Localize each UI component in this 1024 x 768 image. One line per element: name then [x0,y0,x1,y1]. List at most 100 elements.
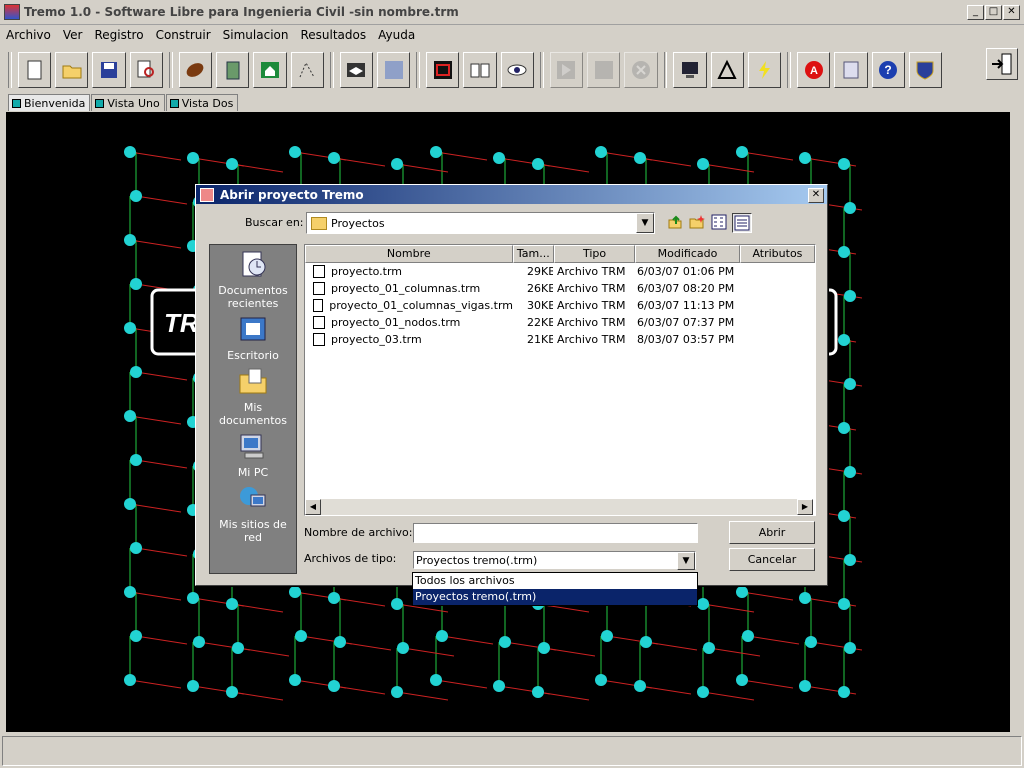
filetype-option-all[interactable]: Todos los archivos [413,573,697,589]
save-button[interactable] [92,52,126,88]
trm-file-icon [313,299,324,312]
structure-node [124,586,136,598]
column-header-modified[interactable]: Modificado [635,245,740,263]
column-header-attributes[interactable]: Atributos [739,245,815,263]
menu-resultados[interactable]: Resultados [294,28,372,42]
column-header-size[interactable]: Tam... [512,245,555,263]
mesh-icon [384,61,403,79]
scroll-right-arrow[interactable]: ▶ [797,499,813,515]
file-row[interactable]: proyecto.trm 29KB Archivo TRM 6/03/07 01:06… [305,263,815,280]
structure-node [838,246,850,258]
house-button[interactable] [253,52,287,88]
structure-node [844,202,856,214]
structure-node [130,190,142,202]
menu-simulacion[interactable]: Simulacion [217,28,295,42]
place-network[interactable]: Mis sitios de red [210,483,296,544]
menu-ver[interactable]: Ver [57,28,89,42]
place-recent[interactable]: Documentos recientes [210,249,296,310]
structure-node [601,630,613,642]
list-view-icon[interactable] [710,213,728,231]
book-button[interactable] [463,52,497,88]
details-view-icon[interactable] [732,213,752,233]
help-button[interactable]: ? [871,52,905,88]
structure-node [130,278,142,290]
house-icon [260,62,279,78]
floppy-disk-icon [101,62,118,78]
open-button[interactable]: Abrir [729,521,815,544]
bean-icon [187,63,204,77]
stop-button[interactable] [624,52,658,88]
file-row[interactable]: proyecto_01_columnas_vigas.trm 30KB Archiv… [305,297,815,314]
view-button[interactable] [500,52,534,88]
scroll-left-arrow[interactable]: ◀ [305,499,321,515]
chevron-down-icon[interactable]: ▼ [677,552,695,570]
close-window-button[interactable]: ✕ [1003,5,1020,20]
java-cup-icon [200,187,214,202]
file-name: proyecto_03.trm [331,333,422,346]
tab-vista-uno[interactable]: Vista Uno [91,94,165,111]
delta-icon [717,59,737,79]
exit-button[interactable] [986,48,1018,80]
dialog-close-button[interactable]: ✕ [808,188,824,203]
structure-node [328,152,340,164]
building-button[interactable] [216,52,250,88]
horizontal-scrollbar[interactable]: ◀ ▶ [305,499,813,515]
file-size: 26KB [527,282,553,295]
mesh-button[interactable] [376,52,411,88]
energy-button[interactable] [747,52,782,88]
cancel-button[interactable]: Cancelar [729,548,815,571]
maximize-button[interactable]: □ [985,5,1002,20]
university-button[interactable] [908,52,943,88]
menu-construir[interactable]: Construir [150,28,217,42]
step-button[interactable] [587,52,621,88]
delta-button[interactable] [710,52,744,88]
run-button[interactable] [549,52,584,88]
about-button[interactable]: A [797,52,831,88]
menu-registro[interactable]: Registro [88,28,149,42]
draw-lines-button[interactable] [290,52,324,88]
look-in-combo[interactable]: Proyectos ▼ [306,212,655,234]
place-desktop[interactable]: Escritorio [210,314,296,362]
license-button[interactable] [834,52,868,88]
tab-vista-dos[interactable]: Vista Dos [165,94,239,111]
console-button[interactable] [673,52,707,88]
up-folder-icon[interactable] [666,213,684,231]
column-header-type[interactable]: Tipo [554,245,636,263]
slab-button[interactable] [339,52,373,88]
structure-node [124,234,136,246]
file-modified: 8/03/07 03:57 PM [637,333,735,346]
preview-button[interactable] [129,52,163,88]
frame-button[interactable] [426,52,460,88]
place-my-documents[interactable]: Mis documentos [210,366,296,427]
structure-node [838,510,850,522]
filetype-label: Archivos de tipo: [304,552,397,565]
tab-bienvenida[interactable]: Bienvenida [8,94,91,111]
beam-line [441,635,494,645]
new-folder-icon[interactable] [688,213,706,231]
filetype-option-trm[interactable]: Proyectos tremo(.trm) [413,589,697,605]
filetype-combo[interactable]: Proyectos tremo(.trm) ▼ [413,551,696,570]
chevron-down-icon[interactable]: ▼ [636,213,654,233]
column-header-name[interactable]: Nombre [305,245,513,263]
minimize-button[interactable]: _ [967,5,984,20]
building-icon [226,61,240,80]
structure-node [397,642,409,654]
open-file-button[interactable] [55,52,89,88]
file-row[interactable]: proyecto_01_columnas.trm 26KB Archivo TRM 6… [305,280,815,297]
menu-ayuda[interactable]: Ayuda [372,28,421,42]
open-folder-icon [62,65,82,79]
beam-line [135,195,188,205]
file-name: proyecto_01_columnas.trm [331,282,481,295]
structure-node [430,674,442,686]
beam-line [333,597,386,607]
stop-icon [631,61,650,79]
filename-label: Nombre de archivo: [304,526,413,539]
materials-button[interactable] [178,52,213,88]
filename-input[interactable] [413,523,698,543]
place-my-computer[interactable]: Mi PC [210,431,296,479]
new-file-button[interactable] [17,52,52,88]
menu-archivo[interactable]: Archivo [0,28,57,42]
file-row[interactable]: proyecto_01_nodos.trm 22KB Archivo TRM 6/03… [305,314,815,331]
logo-text: TR [164,308,199,338]
file-row[interactable]: proyecto_03.trm 21KB Archivo TRM 8/03/07 03… [305,331,815,348]
